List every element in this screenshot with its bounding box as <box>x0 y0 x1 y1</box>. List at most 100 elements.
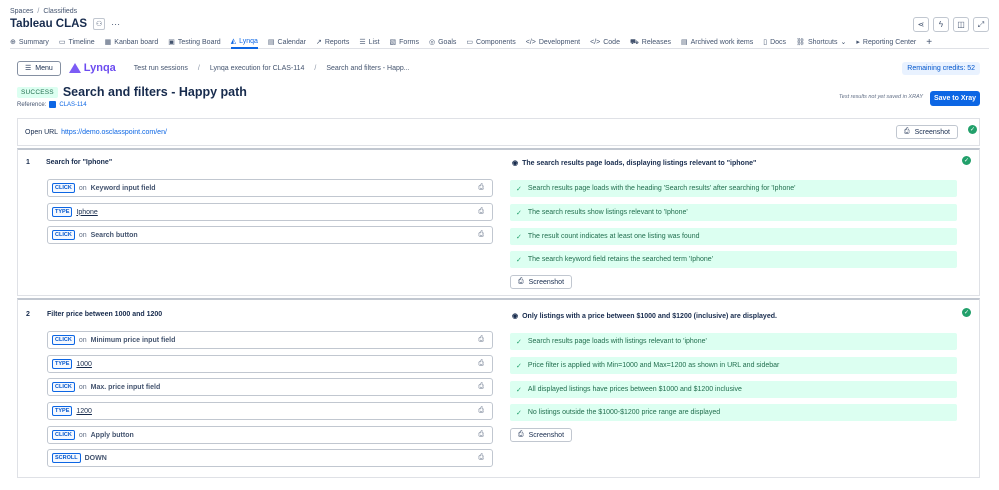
tab-goals[interactable]: ◎ Goals <box>429 36 456 49</box>
camera-icon: ⎙ <box>903 128 910 135</box>
verification-result: ✓ All displayed listings have prices betw… <box>510 381 957 398</box>
result-text: Search results page loads with listings … <box>527 338 707 345</box>
add-tab-button[interactable]: + <box>926 36 932 49</box>
breadcrumb: Spaces / Classifieds <box>10 8 77 15</box>
screenshot-button[interactable]: ⎙ Screenshot <box>895 125 958 139</box>
step-action: CLICK on Keyword input field ⎙ <box>47 179 493 197</box>
tab-label: Testing Board <box>177 38 221 46</box>
lynqa-logo[interactable]: Lynqa <box>68 62 116 74</box>
menu-label: Menu <box>35 64 53 72</box>
open-url-link[interactable]: https://demo.osclasspoint.com/en/ <box>61 129 167 136</box>
feedback-icon[interactable]: ◫ <box>953 17 969 32</box>
fullscreen-icon[interactable]: ⤢ <box>973 17 989 32</box>
breadcrumb-spaces[interactable]: Spaces <box>10 8 33 15</box>
tab-kanban-board[interactable]: ▦ Kanban board <box>105 36 159 49</box>
verification-result: ✓ Price filter is applied with Min=1000 a… <box>510 357 957 374</box>
camera-icon[interactable]: ⎙ <box>478 383 484 391</box>
tab-label: Timeline <box>68 38 95 46</box>
step-action: SCROLL DOWN ⎙ <box>47 449 493 467</box>
tab-archived-work-items[interactable]: ▤ Archived work items <box>681 36 753 49</box>
verification-result: ✓ The search results show listings releva… <box>510 204 957 221</box>
execution-header: SUCCESS Search and filters - Happy path <box>17 85 247 99</box>
tab-label: Forms <box>399 38 419 46</box>
tab-list[interactable]: ☰ List <box>359 36 379 49</box>
camera-icon[interactable]: ⎙ <box>478 454 484 462</box>
action-target: Keyword input field <box>90 184 156 192</box>
action-keyword: CLICK <box>52 430 75 440</box>
tab-calendar[interactable]: ▤ Calendar <box>268 36 306 49</box>
camera-icon[interactable]: ⎙ <box>478 336 484 344</box>
reference-link[interactable]: CLAS-114 <box>59 102 86 108</box>
step-action: CLICK on Minimum price input field ⎙ <box>47 331 493 349</box>
menu-button[interactable]: ☰ Menu <box>17 60 61 76</box>
tab-development[interactable]: </> Development <box>526 36 580 49</box>
more-icon[interactable]: ··· <box>111 19 120 29</box>
tab-forms[interactable]: ▧ Forms <box>390 36 419 49</box>
link-icon: ⛓ <box>796 39 805 46</box>
crumb-execution[interactable]: Lynqa execution for CLAS-114 <box>210 65 305 72</box>
camera-icon[interactable]: ⎙ <box>478 184 484 192</box>
action-target: Minimum price input field <box>90 336 176 344</box>
tab-label: Docs <box>770 38 787 46</box>
crumb-current: Search and filters - Happ... <box>326 64 410 72</box>
tab-summary[interactable]: ⊕ Summary <box>10 36 49 49</box>
expected-result: ◉ The search results page loads, display… <box>512 159 757 168</box>
share-icon[interactable]: ⋖ <box>913 17 929 32</box>
action-keyword: CLICK <box>52 335 75 345</box>
tab-timeline[interactable]: ▭ Timeline <box>59 36 95 49</box>
summary-icon: ⊕ <box>10 39 16 46</box>
automation-icon[interactable]: ϟ <box>933 17 949 32</box>
check-icon: ✓ <box>516 233 522 241</box>
tab-reports[interactable]: ↗ Reports <box>316 36 349 49</box>
action-value: Iphone <box>76 208 98 216</box>
tab-reporting-center[interactable]: ▸ Reporting Center <box>856 36 916 49</box>
success-check-icon: ✓ <box>968 125 977 134</box>
tab-testing-board[interactable]: ▣ Testing Board <box>168 36 220 49</box>
tab-label: Calendar <box>277 38 306 46</box>
test-step: 2 Filter price between 1000 and 1200 CLI… <box>17 298 980 478</box>
tab-code[interactable]: </> Code <box>590 36 620 49</box>
action-keyword: CLICK <box>52 183 75 193</box>
forms-icon: ▧ <box>389 39 397 46</box>
camera-icon[interactable]: ⎙ <box>478 431 484 439</box>
eye-icon: ◉ <box>512 313 519 320</box>
screenshot-label: Screenshot <box>528 431 565 439</box>
camera-icon[interactable]: ⎙ <box>478 208 484 216</box>
camera-icon[interactable]: ⎙ <box>478 360 484 368</box>
screenshot-button[interactable]: ⎙ Screenshot <box>510 428 573 442</box>
tab-shortcuts[interactable]: ⛓ Shortcuts ⌄ <box>796 36 846 49</box>
eye-icon: ◉ <box>512 160 519 167</box>
screenshot-label: Screenshot <box>528 278 565 286</box>
camera-icon[interactable]: ⎙ <box>478 231 484 239</box>
verification-result: ✓ No listings outside the $1000-$1200 pri… <box>510 404 957 421</box>
tab-label: Summary <box>18 38 49 46</box>
tab-lynqa[interactable]: ◭ Lynqa <box>230 36 258 49</box>
logo-text: Lynqa <box>83 62 116 74</box>
lynqa-header: ☰ Menu Lynqa Test run sessions / Lynqa ex… <box>17 60 980 76</box>
issue-type-icon <box>49 101 57 108</box>
breadcrumb-space[interactable]: Classifieds <box>43 8 77 15</box>
action-keyword: CLICK <box>52 382 75 392</box>
tab-releases[interactable]: ⛟ Releases <box>630 36 671 49</box>
check-icon: ✓ <box>516 386 522 394</box>
project-title: Tableau CLAS <box>10 18 88 30</box>
add-people-icon[interactable]: ⚇ <box>93 18 106 30</box>
lynqa-icon: ◭ <box>230 38 237 45</box>
open-url-row: Open URL https://demo.osclasspoint.com/e… <box>17 118 980 146</box>
expected-text: The search results page loads, displayin… <box>522 159 757 167</box>
action-on: on <box>78 431 87 439</box>
camera-icon[interactable]: ⎙ <box>478 407 484 415</box>
reports-icon: ↗ <box>315 39 322 46</box>
expected-result: ◉ Only listings with a price between $10… <box>512 312 777 321</box>
tab-label: Reporting Center <box>862 38 917 46</box>
tab-docs[interactable]: ▯ Docs <box>763 36 786 49</box>
result-text: No listings outside the $1000-$1200 pric… <box>527 409 721 416</box>
screenshot-button[interactable]: ⎙ Screenshot <box>510 275 573 289</box>
tab-components[interactable]: ▭ Components <box>466 36 515 49</box>
save-to-xray-button[interactable]: Save to Xray <box>930 91 980 106</box>
result-text: The search results show listings relevan… <box>527 209 688 216</box>
action-keyword: SCROLL <box>52 453 81 463</box>
crumb-test-runs[interactable]: Test run sessions <box>134 65 188 72</box>
expected-text: Only listings with a price between $1000… <box>522 312 777 320</box>
page-title: Search and filters - Happy path <box>62 85 247 99</box>
